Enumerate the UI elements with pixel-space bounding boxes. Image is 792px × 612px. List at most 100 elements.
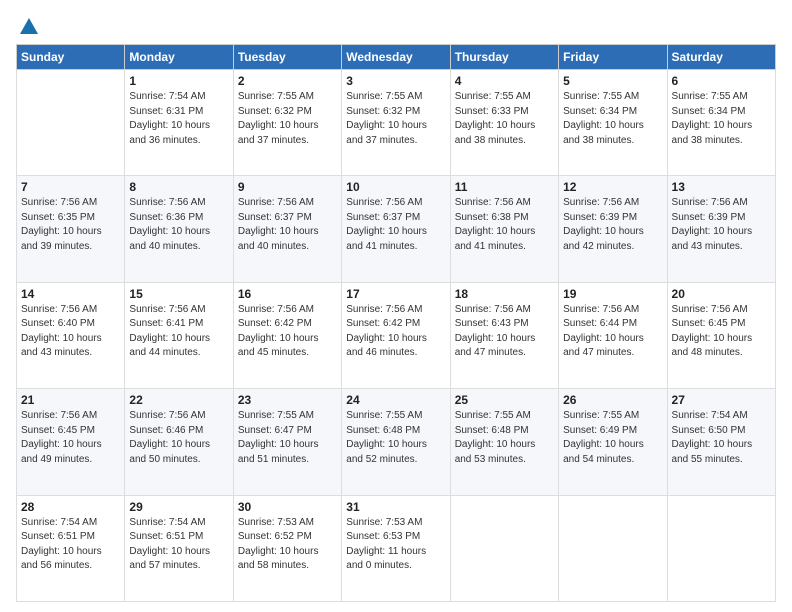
day-detail: Sunrise: 7:55 AMSunset: 6:33 PMDaylight:… [455,90,554,148]
weekday-header-thursday: Thursday [450,45,558,70]
daylight-line1: Daylight: 10 hours [238,438,337,453]
sunset-text: Sunset: 6:43 PM [455,317,554,332]
sunrise-text: Sunrise: 7:55 AM [563,409,662,424]
day-number: 24 [346,393,445,407]
daylight-line2: and 49 minutes. [21,453,120,468]
calendar-day-cell: 22Sunrise: 7:56 AMSunset: 6:46 PMDayligh… [125,389,233,495]
day-number: 16 [238,287,337,301]
sunrise-text: Sunrise: 7:55 AM [238,409,337,424]
sunrise-text: Sunrise: 7:55 AM [563,90,662,105]
daylight-line1: Daylight: 10 hours [238,119,337,134]
daylight-line2: and 53 minutes. [455,453,554,468]
sunrise-text: Sunrise: 7:56 AM [672,303,771,318]
calendar-day-cell: 26Sunrise: 7:55 AMSunset: 6:49 PMDayligh… [559,389,667,495]
day-detail: Sunrise: 7:54 AMSunset: 6:51 PMDaylight:… [129,516,228,574]
calendar-day-cell: 21Sunrise: 7:56 AMSunset: 6:45 PMDayligh… [17,389,125,495]
day-number: 20 [672,287,771,301]
daylight-line1: Daylight: 10 hours [563,225,662,240]
day-detail: Sunrise: 7:55 AMSunset: 6:47 PMDaylight:… [238,409,337,467]
daylight-line2: and 39 minutes. [21,240,120,255]
sunset-text: Sunset: 6:50 PM [672,424,771,439]
day-detail: Sunrise: 7:56 AMSunset: 6:39 PMDaylight:… [563,196,662,254]
daylight-line2: and 50 minutes. [129,453,228,468]
calendar-day-cell: 5Sunrise: 7:55 AMSunset: 6:34 PMDaylight… [559,70,667,176]
day-number: 2 [238,74,337,88]
calendar-day-cell: 24Sunrise: 7:55 AMSunset: 6:48 PMDayligh… [342,389,450,495]
sunset-text: Sunset: 6:45 PM [21,424,120,439]
calendar-day-cell: 9Sunrise: 7:56 AMSunset: 6:37 PMDaylight… [233,176,341,282]
calendar-day-cell [559,495,667,601]
day-number: 14 [21,287,120,301]
calendar-day-cell: 19Sunrise: 7:56 AMSunset: 6:44 PMDayligh… [559,282,667,388]
sunset-text: Sunset: 6:36 PM [129,211,228,226]
daylight-line1: Daylight: 10 hours [563,119,662,134]
sunset-text: Sunset: 6:47 PM [238,424,337,439]
daylight-line2: and 37 minutes. [238,134,337,149]
sunrise-text: Sunrise: 7:54 AM [672,409,771,424]
sunset-text: Sunset: 6:40 PM [21,317,120,332]
sunset-text: Sunset: 6:32 PM [346,105,445,120]
calendar-day-cell: 31Sunrise: 7:53 AMSunset: 6:53 PMDayligh… [342,495,450,601]
daylight-line2: and 43 minutes. [21,346,120,361]
logo [16,16,40,36]
day-number: 21 [21,393,120,407]
day-number: 9 [238,180,337,194]
day-number: 10 [346,180,445,194]
calendar-day-cell: 4Sunrise: 7:55 AMSunset: 6:33 PMDaylight… [450,70,558,176]
daylight-line1: Daylight: 10 hours [455,332,554,347]
day-detail: Sunrise: 7:56 AMSunset: 6:43 PMDaylight:… [455,303,554,361]
day-detail: Sunrise: 7:55 AMSunset: 6:34 PMDaylight:… [672,90,771,148]
sunrise-text: Sunrise: 7:55 AM [346,90,445,105]
day-detail: Sunrise: 7:56 AMSunset: 6:35 PMDaylight:… [21,196,120,254]
daylight-line1: Daylight: 10 hours [346,332,445,347]
day-number: 31 [346,500,445,514]
sunset-text: Sunset: 6:38 PM [455,211,554,226]
daylight-line1: Daylight: 11 hours [346,545,445,560]
daylight-line2: and 41 minutes. [346,240,445,255]
calendar-week-row: 7Sunrise: 7:56 AMSunset: 6:35 PMDaylight… [17,176,776,282]
sunrise-text: Sunrise: 7:55 AM [238,90,337,105]
daylight-line2: and 42 minutes. [563,240,662,255]
sunrise-text: Sunrise: 7:54 AM [21,516,120,531]
calendar-week-row: 1Sunrise: 7:54 AMSunset: 6:31 PMDaylight… [17,70,776,176]
sunrise-text: Sunrise: 7:56 AM [455,303,554,318]
sunrise-text: Sunrise: 7:56 AM [238,196,337,211]
calendar-day-cell: 29Sunrise: 7:54 AMSunset: 6:51 PMDayligh… [125,495,233,601]
weekday-header-monday: Monday [125,45,233,70]
daylight-line1: Daylight: 10 hours [129,545,228,560]
sunset-text: Sunset: 6:42 PM [346,317,445,332]
weekday-header-saturday: Saturday [667,45,775,70]
day-detail: Sunrise: 7:55 AMSunset: 6:34 PMDaylight:… [563,90,662,148]
daylight-line2: and 55 minutes. [672,453,771,468]
sunset-text: Sunset: 6:34 PM [563,105,662,120]
daylight-line1: Daylight: 10 hours [455,119,554,134]
day-number: 28 [21,500,120,514]
daylight-line2: and 58 minutes. [238,559,337,574]
sunset-text: Sunset: 6:39 PM [672,211,771,226]
daylight-line2: and 54 minutes. [563,453,662,468]
day-detail: Sunrise: 7:56 AMSunset: 6:41 PMDaylight:… [129,303,228,361]
day-number: 26 [563,393,662,407]
calendar-day-cell: 11Sunrise: 7:56 AMSunset: 6:38 PMDayligh… [450,176,558,282]
daylight-line2: and 51 minutes. [238,453,337,468]
day-detail: Sunrise: 7:56 AMSunset: 6:39 PMDaylight:… [672,196,771,254]
calendar-day-cell: 10Sunrise: 7:56 AMSunset: 6:37 PMDayligh… [342,176,450,282]
daylight-line1: Daylight: 10 hours [346,225,445,240]
daylight-line2: and 57 minutes. [129,559,228,574]
day-number: 12 [563,180,662,194]
daylight-line2: and 38 minutes. [563,134,662,149]
calendar-day-cell: 3Sunrise: 7:55 AMSunset: 6:32 PMDaylight… [342,70,450,176]
day-detail: Sunrise: 7:54 AMSunset: 6:51 PMDaylight:… [21,516,120,574]
calendar-day-cell: 23Sunrise: 7:55 AMSunset: 6:47 PMDayligh… [233,389,341,495]
daylight-line1: Daylight: 10 hours [455,438,554,453]
sunset-text: Sunset: 6:33 PM [455,105,554,120]
daylight-line2: and 40 minutes. [238,240,337,255]
calendar-day-cell [667,495,775,601]
day-detail: Sunrise: 7:56 AMSunset: 6:45 PMDaylight:… [672,303,771,361]
sunset-text: Sunset: 6:48 PM [346,424,445,439]
daylight-line1: Daylight: 10 hours [21,545,120,560]
sunset-text: Sunset: 6:46 PM [129,424,228,439]
calendar-week-row: 21Sunrise: 7:56 AMSunset: 6:45 PMDayligh… [17,389,776,495]
calendar-day-cell: 16Sunrise: 7:56 AMSunset: 6:42 PMDayligh… [233,282,341,388]
day-detail: Sunrise: 7:56 AMSunset: 6:44 PMDaylight:… [563,303,662,361]
